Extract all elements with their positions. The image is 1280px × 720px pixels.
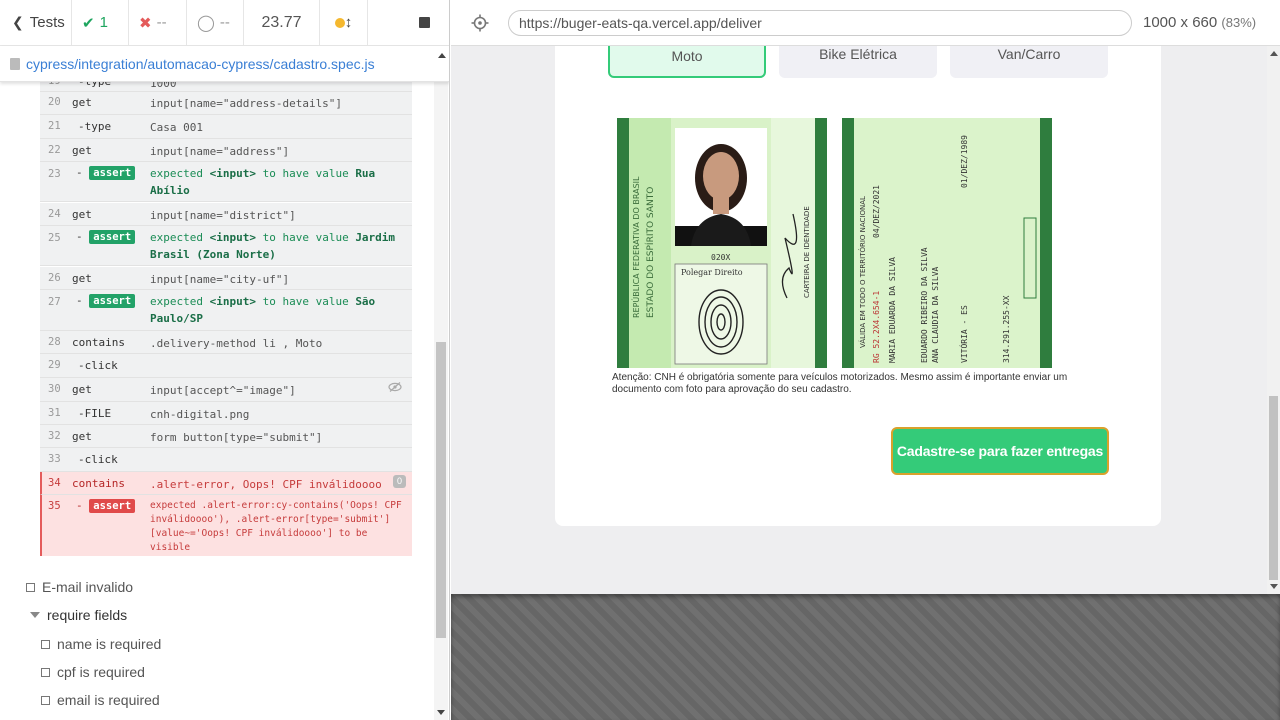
cnh-card-label: CARTEIRA DE IDENTIDADE: [803, 206, 811, 298]
file-icon: [10, 57, 20, 70]
checkbox-icon: [41, 695, 50, 705]
cnh-valid: VÁLIDA EM TODO O TERRITÓRIO NACIONAL: [858, 196, 867, 348]
cnh-date2: 01/DEZ/1989: [960, 135, 969, 188]
cnh-father: EDUARDO RIBEIRO DA SILVA: [920, 247, 929, 363]
checkbox-icon: [26, 582, 35, 592]
url-bar[interactable]: https://buger-eats-qa.vercel.app/deliver: [508, 10, 1132, 36]
scrollbar-thumb[interactable]: [436, 342, 446, 638]
aut-header: https://buger-eats-qa.vercel.app/deliver…: [451, 0, 1280, 46]
suite-require-fields[interactable]: require fields: [30, 607, 127, 623]
cnh-code: 020X: [711, 253, 730, 262]
deliver-form-card: Moto Bike Elétrica Van/Carro REPÚBLICA F…: [555, 46, 1161, 526]
chevron-left-icon: ❮: [12, 14, 24, 30]
submit-button[interactable]: Cadastre-se para fazer entregas: [891, 427, 1109, 475]
command-log-panel: ❮ Tests ✔ 1 ✖ -- ◯ -- 23.77 ↕ cypress/in…: [0, 0, 450, 720]
command-row-error-assert[interactable]: 35 - assert expected .alert-error:cy-con…: [40, 495, 412, 556]
delivery-method-moto[interactable]: Moto: [608, 46, 766, 78]
tests-label: Tests: [29, 14, 65, 31]
reporter-scrollbar[interactable]: [434, 82, 448, 720]
command-row[interactable]: 32 get form button[type="submit"]: [40, 425, 412, 448]
checkbox-icon: [41, 639, 50, 649]
pending-circle-icon: ◯: [197, 14, 215, 32]
selector-playground-icon[interactable]: [471, 14, 489, 32]
command-row-assert[interactable]: 23 - assert expected <input> to have val…: [40, 162, 412, 202]
test-name-required[interactable]: name is required: [41, 636, 161, 652]
command-row[interactable]: 22 get input[name="address"]: [40, 139, 412, 162]
failed-count: ✖ --: [129, 0, 187, 46]
cnh-state: ESTADO DO ESPÍRITO SANTO: [644, 187, 656, 318]
aut-empty-area: [451, 594, 1280, 720]
aut-scrollbar[interactable]: [1267, 46, 1280, 594]
command-row[interactable]: 33 -click: [40, 448, 412, 472]
reporter-stats-bar: ❮ Tests ✔ 1 ✖ -- ◯ -- 23.77 ↕: [0, 0, 449, 46]
duration: 23.77: [244, 0, 320, 46]
cnh-thumb-label: Polegar Direito: [681, 268, 743, 277]
viewport-info[interactable]: 1000 x 660 (83%): [1143, 14, 1256, 31]
x-icon: ✖: [139, 14, 152, 32]
command-row-assert[interactable]: 25 - assert expected <input> to have val…: [40, 226, 412, 266]
pending-count: ◯ --: [187, 0, 244, 46]
command-row[interactable]: 29 -click: [40, 354, 412, 378]
caret-up-icon: [438, 53, 446, 58]
cnh-cpf: 314.291.255-XX: [1002, 295, 1011, 363]
test-email-required[interactable]: email is required: [41, 692, 160, 708]
test-email-invalido[interactable]: E-mail invalido: [26, 579, 133, 595]
scrollbar-thumb[interactable]: [1269, 396, 1278, 580]
test-cpf-required[interactable]: cpf is required: [41, 664, 145, 680]
command-row[interactable]: 24 get input[name="district"]: [40, 203, 412, 226]
count-badge: 0: [393, 475, 406, 488]
arrow-up-down-icon: ↕: [344, 14, 353, 31]
aut-iframe: Moto Bike Elétrica Van/Carro REPÚBLICA F…: [451, 46, 1280, 594]
delivery-method-van[interactable]: Van/Carro: [950, 46, 1108, 78]
command-row-error[interactable]: 34 contains .alert-error, Oops! CPF invá…: [40, 472, 412, 495]
cnh-mother: ANA CLAUDIA DA SILVA: [931, 266, 940, 363]
scroll-up-arrow-icon[interactable]: [1270, 51, 1278, 56]
cnh-birthplace: VITÓRIA - ES: [958, 305, 969, 363]
command-row[interactable]: 31 -FILE cnh-digital.png: [40, 402, 412, 425]
cnh-caption: Atenção: CNH é obrigatória somente para …: [612, 372, 1068, 395]
command-row-assert[interactable]: 27 - assert expected <input> to have val…: [40, 290, 412, 331]
triangle-down-icon: [30, 612, 40, 618]
status-dot-icon: [334, 17, 345, 28]
cnh-country: REPÚBLICA FEDERATIVA DO BRASIL: [630, 176, 641, 318]
checkbox-icon: [41, 667, 50, 677]
auto-scroll-toggle[interactable]: ↕: [320, 0, 368, 46]
command-row[interactable]: 28 contains .delivery-method li , Moto: [40, 331, 412, 354]
scroll-down-arrow-icon[interactable]: [1270, 584, 1278, 589]
command-row[interactable]: 26 get input[name="city-uf"]: [40, 267, 412, 290]
eye-slash-icon[interactable]: [388, 382, 402, 392]
command-row[interactable]: 20 get input[name="address-details"]: [40, 92, 412, 115]
stop-button[interactable]: [368, 0, 449, 46]
command-row[interactable]: 21 -type Casa 001: [40, 115, 412, 139]
tests-button[interactable]: ❮ Tests: [0, 0, 72, 46]
cnh-reg: RG 52.2X4.654-1: [872, 291, 881, 363]
passed-count: ✔ 1: [72, 0, 129, 46]
cnh-name: MARIA EDUARDA DA SILVA: [888, 257, 897, 363]
check-icon: ✔: [82, 14, 95, 32]
stop-icon: [419, 17, 430, 28]
delivery-method-bike[interactable]: Bike Elétrica: [779, 46, 937, 78]
cnh-document-image[interactable]: REPÚBLICA FEDERATIVA DO BRASIL ESTADO DO…: [617, 118, 1067, 368]
scroll-down-arrow-icon[interactable]: [437, 710, 445, 715]
command-row[interactable]: 30 get input[accept^="image"]: [40, 378, 412, 402]
spec-file-path[interactable]: cypress/integration/automacao-cypress/ca…: [0, 46, 449, 82]
cnh-date1: 04/DEZ/2021: [872, 185, 881, 238]
